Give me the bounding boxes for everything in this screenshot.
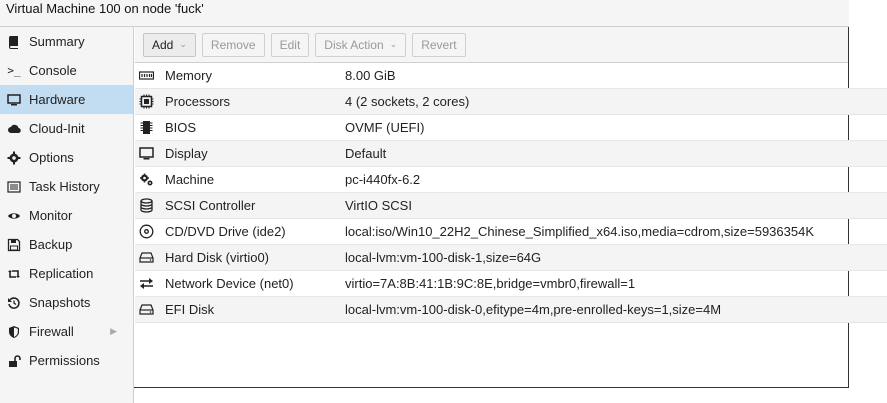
sidebar-item-task-history[interactable]: Task History xyxy=(0,172,133,201)
hardware-row-memory[interactable]: Memory 8.00 GiB xyxy=(135,63,887,89)
hardware-name: EFI Disk xyxy=(165,302,215,317)
sidebar-item-summary[interactable]: Summary xyxy=(0,27,133,56)
sidebar-item-label: Backup xyxy=(29,237,73,252)
shield-icon xyxy=(6,325,22,339)
cdrom-icon xyxy=(138,224,154,239)
list-icon xyxy=(6,180,22,194)
sidebar-item-cloud-init[interactable]: Cloud-Init xyxy=(0,114,133,143)
sidebar-item-label: Snapshots xyxy=(29,295,91,310)
desktop-icon xyxy=(6,93,22,107)
hardware-row-machine[interactable]: Machine pc-i440fx-6.2 xyxy=(135,167,887,193)
hardware-name: Memory xyxy=(165,68,212,83)
sidebar-item-permissions[interactable]: Permissions xyxy=(0,346,133,375)
terminal-icon: >_ xyxy=(7,64,21,77)
sidebar: Summary >_ Console Hardware Cloud-Init O… xyxy=(0,27,134,403)
microchip-icon xyxy=(138,120,154,135)
sidebar-item-monitor[interactable]: Monitor xyxy=(0,201,133,230)
monitor-icon xyxy=(138,146,154,161)
sidebar-item-label: Permissions xyxy=(29,353,100,368)
hardware-name: Display xyxy=(165,146,208,161)
hardware-row-cdrom[interactable]: CD/DVD Drive (ide2) local:iso/Win10_22H2… xyxy=(135,219,887,245)
add-button[interactable]: Add ⌄ xyxy=(143,32,196,57)
sidebar-item-options[interactable]: Options xyxy=(0,143,133,172)
sidebar-item-label: Hardware xyxy=(29,92,86,107)
hardware-value: local-lvm:vm-100-disk-0,efitype=4m,pre-e… xyxy=(345,302,722,317)
unlock-icon xyxy=(6,354,22,368)
sidebar-item-snapshots[interactable]: Snapshots xyxy=(0,288,133,317)
sidebar-item-console[interactable]: >_ Console xyxy=(0,56,133,85)
hardware-name: Hard Disk (virtio0) xyxy=(165,250,270,265)
expand-arrow-icon[interactable]: ▶ xyxy=(110,326,117,337)
window-title: Virtual Machine 100 on node 'fuck' xyxy=(0,0,849,27)
hardware-row-scsi-controller[interactable]: SCSI Controller VirtIO SCSI xyxy=(135,193,887,219)
exchange-icon xyxy=(138,276,154,291)
revert-button[interactable]: Revert xyxy=(412,32,466,57)
hardware-value: virtio=7A:8B:41:1B:9C:8E,bridge=vmbr0,fi… xyxy=(345,276,636,291)
sidebar-item-label: Cloud-Init xyxy=(29,121,85,136)
disk-action-label: Disk Action xyxy=(324,37,384,52)
hardware-row-network-device[interactable]: Network Device (net0) virtio=7A:8B:41:1B… xyxy=(135,271,887,297)
edit-button[interactable]: Edit xyxy=(270,32,310,57)
chevron-down-icon: ⌄ xyxy=(179,39,187,49)
hardware-value: local-lvm:vm-100-disk-1,size=64G xyxy=(345,250,542,265)
hardware-name: Processors xyxy=(165,94,231,109)
hardware-row-processors[interactable]: Processors 4 (2 sockets, 2 cores) xyxy=(135,89,887,115)
database-icon xyxy=(138,198,154,213)
floppy-icon xyxy=(6,238,22,252)
hardware-row-display[interactable]: Display Default xyxy=(135,141,887,167)
history-icon xyxy=(6,296,22,310)
sidebar-item-label: Replication xyxy=(29,266,94,281)
hardware-value: 8.00 GiB xyxy=(345,68,396,83)
sidebar-item-backup[interactable]: Backup xyxy=(0,230,133,259)
hardware-name: Network Device (net0) xyxy=(165,276,294,291)
cogs-icon xyxy=(138,172,154,187)
cpu-icon xyxy=(138,94,154,109)
sidebar-item-firewall[interactable]: Firewall ▶ xyxy=(0,317,133,346)
hardware-value: local:iso/Win10_22H2_Chinese_Simplified_… xyxy=(345,224,814,239)
sidebar-item-label: Summary xyxy=(29,34,85,49)
cloud-icon xyxy=(6,122,22,136)
sidebar-item-label: Firewall xyxy=(29,324,74,339)
hardware-value: Default xyxy=(345,146,387,161)
hardware-value: VirtIO SCSI xyxy=(345,198,412,213)
sidebar-item-label: Monitor xyxy=(29,208,73,223)
sidebar-item-hardware[interactable]: Hardware xyxy=(0,85,133,114)
hardware-value: 4 (2 sockets, 2 cores) xyxy=(345,94,470,109)
book-icon xyxy=(6,35,22,49)
hardware-grid: Memory 8.00 GiB Processors 4 (2 sockets,… xyxy=(135,63,887,323)
retweet-icon xyxy=(6,267,22,281)
hardware-row-hard-disk[interactable]: Hard Disk (virtio0) local-lvm:vm-100-dis… xyxy=(135,245,887,271)
eye-icon xyxy=(6,209,22,223)
hardware-name: CD/DVD Drive (ide2) xyxy=(165,224,286,239)
memory-icon xyxy=(138,68,154,83)
hardware-name: BIOS xyxy=(165,120,197,135)
hardware-row-efi-disk[interactable]: EFI Disk local-lvm:vm-100-disk-0,efitype… xyxy=(135,297,887,323)
sidebar-item-replication[interactable]: Replication xyxy=(0,259,133,288)
harddisk-icon xyxy=(138,250,154,265)
add-button-label: Add xyxy=(152,37,174,52)
sidebar-item-label: Console xyxy=(29,63,77,78)
harddisk-icon xyxy=(138,302,154,317)
chevron-down-icon: ⌄ xyxy=(389,39,398,49)
hardware-value: pc-i440fx-6.2 xyxy=(345,172,421,187)
remove-button[interactable]: Remove xyxy=(201,32,265,57)
disk-action-button[interactable]: Disk Action ⌄ xyxy=(315,32,407,57)
hardware-value: OVMF (UEFI) xyxy=(345,120,425,135)
hardware-name: SCSI Controller xyxy=(165,198,256,213)
hardware-toolbar: Add ⌄ Remove Edit Disk Action ⌄ Revert xyxy=(135,27,848,63)
sidebar-item-label: Task History xyxy=(29,179,100,194)
sidebar-item-label: Options xyxy=(29,150,74,165)
hardware-row-bios[interactable]: BIOS OVMF (UEFI) xyxy=(135,115,887,141)
gear-icon xyxy=(6,151,22,165)
hardware-name: Machine xyxy=(165,172,215,187)
